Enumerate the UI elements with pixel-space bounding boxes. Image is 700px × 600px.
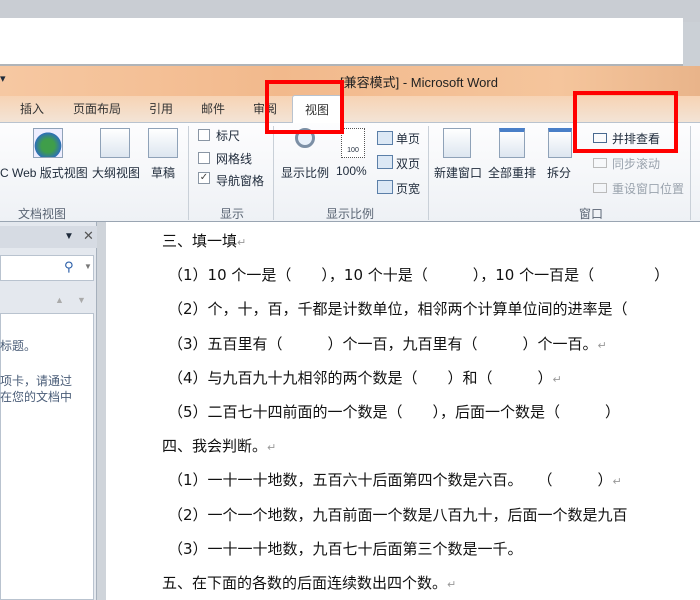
divider: [188, 126, 189, 220]
highlight-side-by-side: [573, 91, 678, 153]
new-window-button[interactable]: 新建窗口: [434, 164, 482, 181]
one-page-icon: [377, 131, 393, 145]
group-label-doc-views: 文档视图: [18, 207, 67, 221]
section-heading: 五、在下面的各数的后面连续数出四个数。↵: [162, 572, 456, 593]
draft-icon: [148, 128, 178, 158]
tab-insert[interactable]: 插入: [20, 100, 44, 117]
document-line: （2）一个一个地数，九百前面一个数是八百九十，后面一个数是九百: [168, 504, 628, 525]
two-pages-icon: [377, 155, 393, 169]
paragraph-mark: ↵: [612, 475, 622, 489]
line-text: 五、在下面的各数的后面连续数出四个数。: [162, 574, 448, 592]
line-text: （2）个，十，百，千都是计数单位，相邻两个计算单位间的进率是（: [168, 300, 628, 319]
web-layout-button[interactable]: C Web 版式视图: [0, 164, 88, 181]
tab-references[interactable]: 引用: [149, 100, 173, 117]
nav-pane-label: 导航窗格: [216, 174, 265, 188]
section-heading: 四、我会判断。↵: [162, 435, 276, 456]
arrange-all-icon: [499, 128, 525, 158]
line-text: （1）一十一十地数，五百六十后面第四个数是六百。 （ ）: [168, 471, 613, 490]
line-text: （3）一十一十地数，九百七十后面第三个数是一千。: [168, 539, 523, 558]
nav-pane-checkbox[interactable]: ✓: [198, 172, 210, 184]
document-line: （3）五百里有（ ）个一百，九百里有（ ）个一百。↵: [168, 333, 607, 354]
nav-text: 在您的文档中: [0, 390, 73, 404]
quick-access-dropdown[interactable]: ▾: [0, 72, 6, 85]
arrange-all-button[interactable]: 全部重排: [488, 164, 536, 181]
tab-page-layout[interactable]: 页面布局: [73, 100, 121, 117]
divider: [428, 126, 429, 220]
divider: [690, 126, 691, 220]
pane-splitter[interactable]: [97, 222, 106, 600]
100-percent-icon: 100: [341, 128, 365, 158]
document-line: （2）个，十，百，千都是计数单位，相邻两个计算单位间的进率是（: [168, 298, 628, 319]
paragraph-mark: ↵: [267, 441, 277, 455]
search-dropdown-icon[interactable]: ▼: [84, 262, 92, 271]
100-percent-button[interactable]: 100%: [336, 164, 367, 178]
group-label-show: 显示: [220, 207, 245, 221]
document-line: （1）一十一十地数，五百六十后面第四个数是六百。 （ ）↵: [168, 469, 622, 490]
document-line: （3）一十一十地数，九百七十后面第三个数是一千。: [168, 538, 523, 559]
section-heading: 三、填一填↵: [162, 230, 246, 251]
line-text: （2）一个一个地数，九百前面一个数是八百九十，后面一个数是九百: [168, 505, 628, 524]
page-width-icon: [377, 180, 393, 194]
nav-search-input[interactable]: [0, 255, 94, 281]
outline-button[interactable]: 大纲视图: [92, 164, 140, 181]
document-line: （5）二百七十四前面的一个数是（ ），后面一个数是（ ）: [168, 401, 620, 422]
window-title: [兼容模式] - Microsoft Word: [340, 75, 498, 90]
paragraph-mark: ↵: [597, 338, 607, 352]
group-label-zoom: 显示比例: [326, 207, 375, 221]
group-label-window: 窗口: [579, 207, 604, 221]
split-icon: [548, 128, 572, 158]
previous-heading-icon[interactable]: ▲: [55, 295, 64, 305]
background-panel: [0, 18, 683, 66]
divider: [273, 126, 274, 220]
line-text: 三、填一填: [162, 232, 238, 250]
line-text: （4）与九百九十九相邻的两个数是（ ）和（ ）: [168, 368, 553, 387]
paragraph-mark: ↵: [447, 578, 457, 591]
reset-position-icon: [593, 183, 607, 193]
reset-window-position-button[interactable]: 重设窗口位置: [612, 180, 684, 197]
ruler-label: 标尺: [216, 129, 241, 143]
one-page-button[interactable]: 单页: [396, 130, 420, 147]
sync-scroll-icon: [593, 158, 607, 168]
split-button[interactable]: 拆分: [547, 164, 571, 181]
zoom-button[interactable]: 显示比例: [281, 164, 329, 181]
nav-text: 标题。: [0, 339, 37, 353]
tab-mailings[interactable]: 邮件: [201, 100, 225, 117]
line-text: （1）10 个一是（ ），10 个十是（ ），10 个一百是（ ）: [168, 266, 670, 285]
gridlines-label: 网格线: [216, 152, 253, 166]
gridlines-checkbox[interactable]: [198, 152, 210, 164]
ruler-checkbox[interactable]: [198, 129, 210, 141]
nav-pane-content: [0, 313, 94, 600]
document-line: （4）与九百九十九相邻的两个数是（ ）和（ ）↵: [168, 367, 562, 388]
search-icon[interactable]: ⚲: [64, 259, 74, 275]
draft-button[interactable]: 草稿: [151, 164, 175, 181]
close-icon[interactable]: ✕: [83, 228, 94, 244]
new-window-icon: [443, 128, 471, 158]
web-layout-icon: [33, 128, 63, 158]
line-text: （5）二百七十四前面的一个数是（ ），后面一个数是（ ）: [168, 403, 621, 421]
document-line: （1）10 个一是（ ），10 个十是（ ），10 个一百是（ ）: [168, 264, 669, 285]
nav-pane-menu-icon[interactable]: ▼: [64, 231, 74, 242]
sync-scroll-button[interactable]: 同步滚动: [612, 155, 660, 172]
next-heading-icon[interactable]: ▼: [77, 295, 86, 305]
page-width-button[interactable]: 页宽: [396, 180, 420, 197]
outline-icon: [100, 128, 130, 158]
paragraph-mark: ↵: [237, 236, 247, 249]
two-pages-button[interactable]: 双页: [396, 155, 420, 172]
highlight-view-tab: [265, 80, 344, 134]
line-text: 四、我会判断。: [162, 437, 268, 456]
nav-text: 项卡，请通过: [0, 374, 73, 388]
line-text: （3）五百里有（ ）个一百，九百里有（ ）个一百。: [168, 334, 598, 353]
paragraph-mark: ↵: [552, 372, 562, 386]
